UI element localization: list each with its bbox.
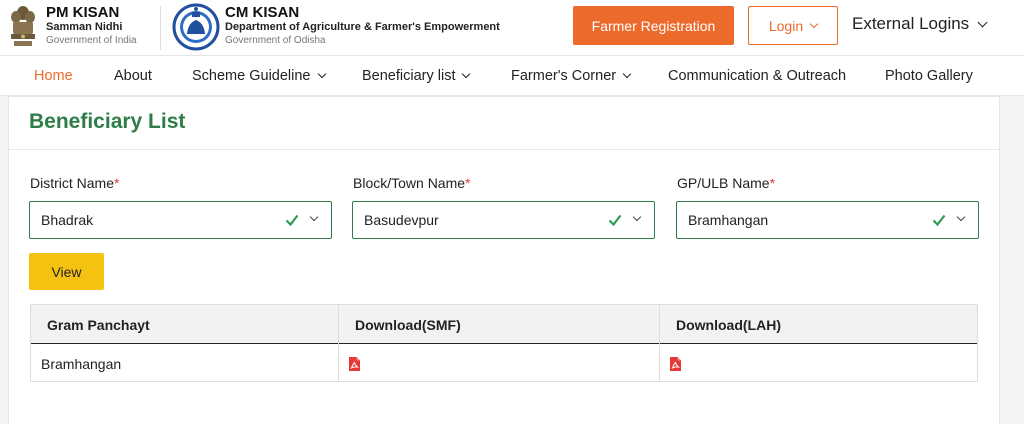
nav-item-label: About [114,68,152,84]
nav-item-label: Home [34,68,73,84]
login-label: Login [768,17,804,34]
nav-item-beneficiary-list[interactable]: Beneficiary list [362,68,471,84]
card-divider [9,149,999,150]
required-mark: * [769,175,776,191]
cm-kisan-gov: Government of Odisha [225,35,326,46]
nav-item-label: Photo Gallery [885,68,973,84]
view-button[interactable]: View [29,253,104,290]
block-label: Block/Town Name* [353,175,471,191]
table-header: Gram Panchayt Download(SMF) Download(LAH… [31,305,977,344]
cm-kisan-logo-text: CM KISAN Department of Agriculture & Far… [225,4,500,47]
required-mark: * [114,175,120,191]
table-cell-download-lah [660,345,977,382]
nav-item-communication-outreach[interactable]: Communication & Outreach [668,68,846,84]
cm-kisan-title: CM KISAN [225,4,300,21]
chevron-down-icon [622,69,632,79]
login-dropdown-button[interactable]: Login [748,6,838,45]
national-emblem-icon [11,6,35,46]
check-icon [608,214,622,227]
district-select-value: Bhadrak [41,212,94,228]
chevron-down-icon [462,69,471,79]
logo-divider [160,6,161,50]
check-icon [285,214,299,227]
nav-item-scheme-guideline[interactable]: Scheme Guideline [192,68,326,84]
nav-item-home[interactable]: Home [34,68,73,84]
nav-item-label: Beneficiary list [362,68,456,84]
gp-label: GP/ULB Name* [677,175,776,191]
table-cell-download-smf [339,345,660,382]
chevron-down-icon [317,69,326,79]
pm-kisan-logo-text: PM KISAN Samman Nidhi Government of Indi… [46,4,137,47]
pdf-icon[interactable] [349,356,360,371]
column-header-download-smf: Download(SMF) [339,305,660,344]
chevron-down-icon [309,212,319,222]
chevron-down-icon [956,212,966,222]
nav-item-label: Scheme Guideline [192,68,311,84]
nav-item-photo-gallery[interactable]: Photo Gallery [885,68,973,84]
district-select[interactable]: Bhadrak [29,201,332,239]
chevron-down-icon [977,17,988,27]
table-cell-gram-panchayat: Bramhangan [31,345,339,382]
required-mark: * [465,175,471,191]
nav-item-label: Communication & Outreach [668,68,847,84]
odisha-seal-icon [172,3,220,51]
cm-kisan-subtitle: Department of Agriculture & Farmer's Emp… [225,21,500,33]
district-label: District Name* [30,175,120,191]
nav-item-label: Farmer's Corner [511,68,617,84]
pdf-icon[interactable] [670,356,681,371]
block-select-value: Basudevpur [364,212,439,228]
check-icon [932,214,946,227]
column-header-download-lah: Download(LAH) [676,316,781,333]
gp-select[interactable]: Bramhangan [676,201,979,239]
external-logins-label: External Logins [852,14,970,33]
nav-item-about[interactable]: About [114,68,152,84]
chevron-down-icon [809,19,819,28]
site-header: PM KISAN Samman Nidhi Government of Indi… [0,0,1024,56]
pm-kisan-gov: Government of India [46,35,137,46]
block-select[interactable]: Basudevpur [352,201,655,239]
farmer-registration-button[interactable]: Farmer Registration [573,6,734,45]
column-header-gram-panchayat: Gram Panchayt [31,305,339,344]
main-nav: Home About Scheme Guideline Beneficiary … [0,56,1024,96]
page-title: Beneficiary List [29,110,186,133]
nav-item-farmers-corner[interactable]: Farmer's Corner [511,68,632,84]
chevron-down-icon [632,212,642,222]
gp-select-value: Bramhangan [688,212,769,228]
pm-kisan-subtitle: Samman Nidhi [46,21,123,33]
beneficiary-list-card: Beneficiary List District Name* Block/To… [8,96,1000,424]
beneficiary-table: Gram Panchayt Download(SMF) Download(LAH… [30,304,978,382]
external-logins-dropdown[interactable]: External Logins [852,14,988,34]
pm-kisan-title: PM KISAN [46,4,120,21]
